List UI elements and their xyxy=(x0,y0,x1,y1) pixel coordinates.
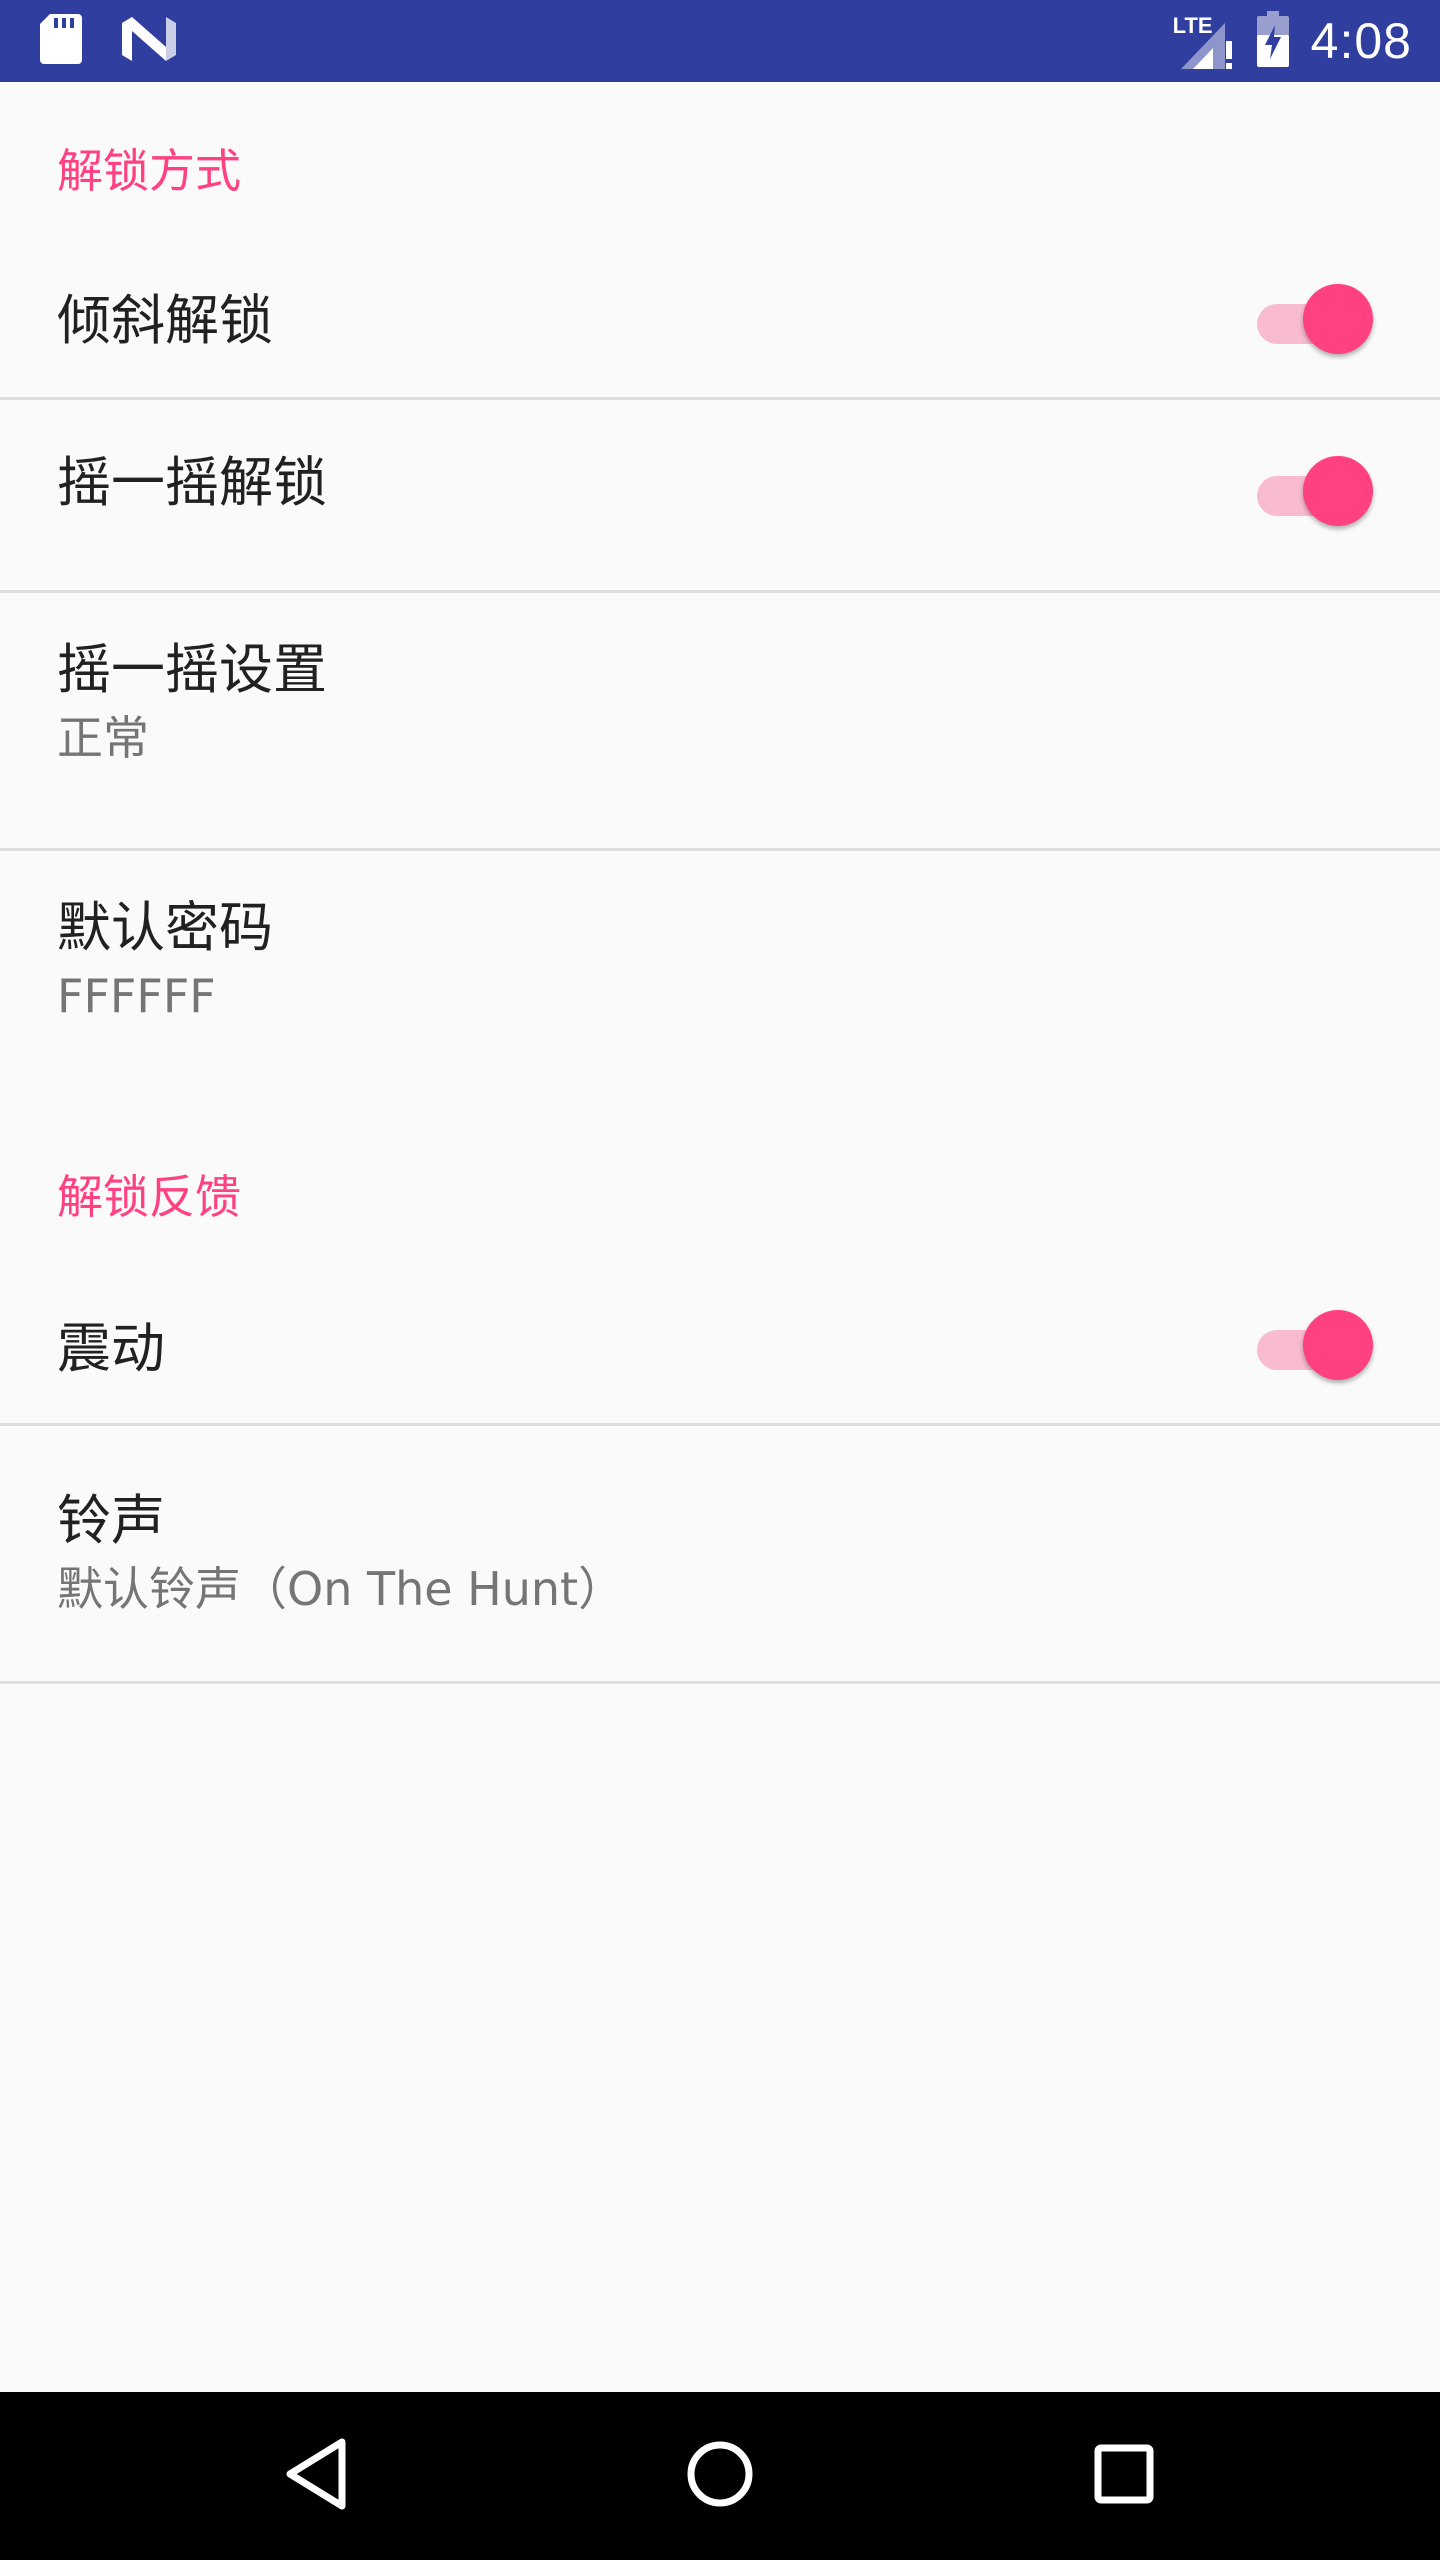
pref-title: 默认密码 xyxy=(57,896,273,959)
pref-summary: 默认铃声（On The Hunt） xyxy=(57,1562,625,1616)
lte-signal-icon: LTE xyxy=(1173,13,1235,69)
category-unlock-method: 解锁方式 xyxy=(57,144,241,198)
tilt-unlock-switch[interactable] xyxy=(1257,284,1373,354)
switch-thumb xyxy=(1303,1310,1373,1380)
recents-button[interactable] xyxy=(1044,2392,1204,2560)
divider xyxy=(0,1681,1440,1684)
back-button[interactable] xyxy=(236,2392,396,2560)
sd-card-icon xyxy=(40,14,82,68)
back-icon xyxy=(284,2438,348,2514)
pref-title: 铃声 xyxy=(57,1489,165,1552)
switch-thumb xyxy=(1303,456,1373,526)
pref-shake-settings[interactable]: 摇一摇设置 正常 xyxy=(0,593,1440,848)
vibration-switch[interactable] xyxy=(1257,1310,1373,1380)
home-button[interactable] xyxy=(640,2392,800,2560)
pref-title: 震动 xyxy=(57,1317,165,1380)
clock: 4:08 xyxy=(1310,13,1412,69)
pref-vibration[interactable]: 震动 xyxy=(0,1268,1440,1423)
pref-shake-unlock[interactable]: 摇一摇解锁 xyxy=(0,400,1440,590)
pref-title: 摇一摇解锁 xyxy=(57,451,327,514)
shake-unlock-switch[interactable] xyxy=(1257,456,1373,526)
battery-charging-icon xyxy=(1256,11,1289,71)
switch-thumb xyxy=(1303,284,1373,354)
nougat-n-icon xyxy=(122,17,176,65)
pref-ringtone[interactable]: 铃声 默认铃声（On The Hunt） xyxy=(0,1426,1440,1681)
status-bar: LTE 4:08 xyxy=(0,0,1440,82)
pref-default-password[interactable]: 默认密码 FFFFFF xyxy=(0,851,1440,1101)
pref-summary: FFFFFF xyxy=(57,969,216,1023)
recents-icon xyxy=(1094,2444,1154,2508)
home-icon xyxy=(685,2439,755,2513)
pref-title: 倾斜解锁 xyxy=(57,289,273,352)
settings-list: 解锁方式 倾斜解锁 摇一摇解锁 摇一摇设置 正常 默认密码 FFFFFF 解锁反… xyxy=(0,82,1440,2392)
navigation-bar xyxy=(0,2392,1440,2560)
category-unlock-feedback: 解锁反馈 xyxy=(57,1170,241,1224)
pref-tilt-unlock[interactable]: 倾斜解锁 xyxy=(0,242,1440,397)
pref-summary: 正常 xyxy=(57,711,149,765)
pref-title: 摇一摇设置 xyxy=(57,638,327,701)
